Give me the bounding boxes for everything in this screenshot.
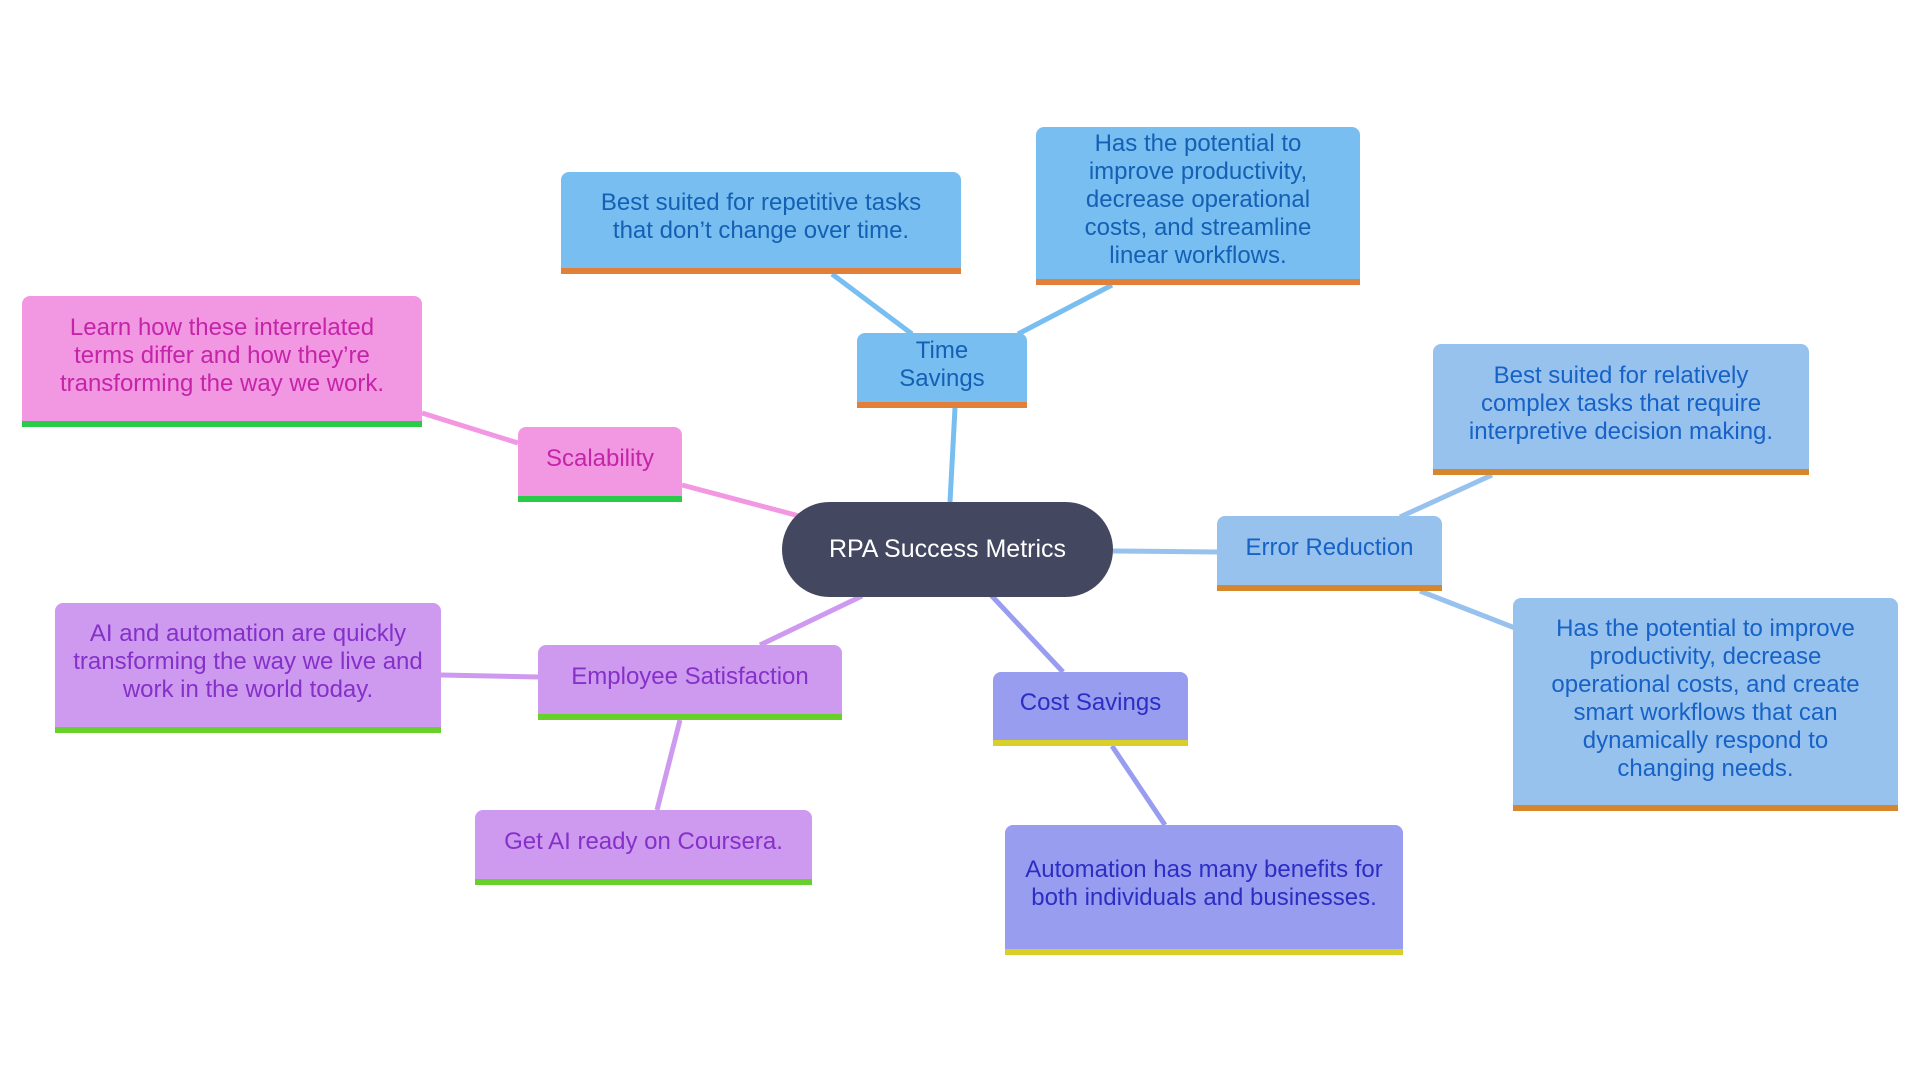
leaf-text: Automation has many benefits for both in… [1025,856,1383,911]
branch-node-time-savings[interactable]: Time Savings [857,333,1027,408]
leaf-text: Best suited for repetitive tasks that do… [600,189,922,244]
leaf-text: Get AI ready on Coursera. [504,827,783,855]
edge-root-time-savings [947,407,958,503]
edge-error-reduction-child-1 [1398,472,1494,520]
leaf-node-error-reduction-1[interactable]: Best suited for relatively complex tasks… [1433,344,1809,475]
branch-node-error-reduction[interactable]: Error Reduction [1217,516,1442,591]
leaf-text: Best suited for relatively complex tasks… [1468,361,1774,445]
edge-time-savings-child-2 [1016,282,1114,337]
branch-label: Cost Savings [1019,689,1162,716]
root-node[interactable]: RPA Success Metrics [782,502,1113,597]
leaf-node-time-savings-1[interactable]: Best suited for repetitive tasks that do… [561,172,961,274]
edge-employee-satisfaction-child-2 [654,719,683,811]
leaf-node-employee-satisfaction-1[interactable]: AI and automation are quickly transformi… [55,603,441,733]
edge-time-savings-child-1 [830,272,914,336]
branch-node-employee-satisfaction[interactable]: Employee Satisfaction [538,645,842,720]
leaf-node-scalability-1[interactable]: Learn how these interrelated terms diffe… [22,296,422,427]
edge-root-error-reduction [1112,548,1218,555]
leaf-text: AI and automation are quickly transformi… [73,620,423,703]
branch-label: Scalability [545,444,655,472]
edge-root-scalability [681,482,804,520]
edge-employee-satisfaction-child-1 [440,672,539,680]
edge-scalability-child-1 [421,410,519,446]
edge-root-employee-satisfaction [758,593,864,648]
leaf-node-cost-savings-1[interactable]: Automation has many benefits for both in… [1005,825,1403,955]
branch-label: Time Savings [899,336,985,392]
branch-node-scalability[interactable]: Scalability [518,427,682,502]
leaf-text: Learn how these interrelated terms diffe… [59,313,385,397]
leaf-node-employee-satisfaction-2[interactable]: Get AI ready on Coursera. [475,810,812,885]
leaf-node-error-reduction-2[interactable]: Has the potential to improve productivit… [1513,598,1898,811]
leaf-text: Has the potential to improve productivit… [1084,130,1312,269]
branch-label: Employee Satisfaction [571,662,809,690]
branch-label: Error Reduction [1245,533,1414,561]
root-node-label: RPA Success Metrics [828,535,1067,563]
edge-cost-savings-child-1 [1109,744,1168,827]
edge-error-reduction-child-2 [1419,588,1516,631]
leaf-node-time-savings-2[interactable]: Has the potential to improve productivit… [1036,127,1360,285]
leaf-text: Has the potential to improve productivit… [1551,614,1860,782]
branch-node-cost-savings[interactable]: Cost Savings [993,672,1188,746]
edge-root-cost-savings [988,592,1065,674]
